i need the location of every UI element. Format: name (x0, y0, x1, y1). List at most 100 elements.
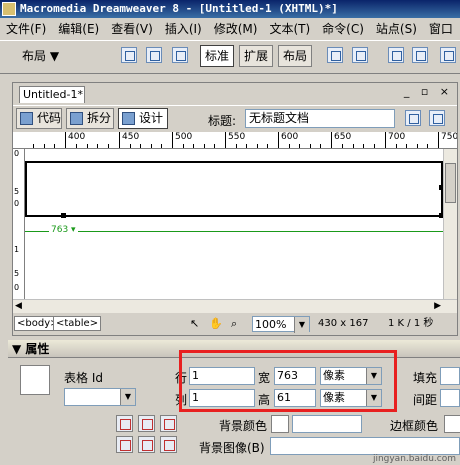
clear-row-heights-icon[interactable] (116, 436, 133, 453)
window-controls[interactable]: _ ▫ × (404, 85, 453, 98)
table-id-label: 表格 Id (64, 371, 103, 385)
ruler-label: 750 (441, 132, 457, 142)
standard-mode-button[interactable]: 标准 (200, 45, 235, 67)
hand-tool-icon[interactable]: ✋ (209, 314, 223, 334)
zoom-tool-icon[interactable]: ⌕ (231, 314, 237, 334)
document-window: Untitled-1* _ ▫ × 代码 拆分 设计 标题: 无标题文档 400… (12, 82, 458, 336)
bg-color-swatch[interactable] (271, 415, 289, 433)
layout-category-dropdown[interactable]: 布局 ▼ (16, 45, 65, 67)
code-icon (20, 112, 33, 125)
check-browser-icon[interactable] (429, 110, 445, 126)
design-canvas[interactable]: 763 ▾ (25, 149, 445, 299)
menu-file[interactable]: 文件(F) (0, 22, 52, 36)
menu-insert[interactable]: 插入(I) (159, 22, 208, 36)
layout-mode-button[interactable]: 布局 (278, 45, 313, 67)
width-guide-line (25, 231, 443, 232)
split-view-button[interactable]: 拆分 (66, 108, 114, 129)
horizontal-scrollbar[interactable]: ◀ ▶ (13, 299, 457, 313)
vertical-ruler: 0 5 0 1 5 0 (13, 149, 25, 299)
document-tab[interactable]: Untitled-1* (19, 86, 85, 103)
app-icon (2, 2, 16, 16)
cell-spacing-label: 间距 (413, 393, 438, 407)
horizontal-ruler: 400 450 500 550 600 650 700 750 (13, 132, 457, 149)
chevron-down-icon: ▼ (120, 389, 135, 405)
expanded-mode-button[interactable]: 扩展 (239, 45, 274, 67)
design-icon (122, 112, 135, 125)
window-size[interactable]: 430 x 167 (318, 314, 368, 334)
vruler-label: 0 (14, 199, 20, 208)
table-icon (20, 365, 50, 395)
tag-selector-table[interactable]: <table> (53, 316, 102, 331)
window-title: Macromedia Dreamweaver 8 - [Untitled-1 (… (20, 2, 338, 15)
table-id-select[interactable]: ▼ (64, 388, 136, 406)
chevron-down-icon: ▼ (294, 317, 309, 333)
scroll-right-icon[interactable]: ▶ (434, 301, 441, 311)
convert-heights-to-percent-icon[interactable] (160, 436, 177, 453)
menu-edit[interactable]: 编辑(E) (52, 22, 105, 36)
spacer-icon[interactable] (440, 47, 456, 63)
convert-heights-to-pixels-icon[interactable] (138, 436, 155, 453)
div-icon[interactable] (388, 47, 404, 63)
ruler-label: 450 (122, 132, 140, 142)
bg-image-label: 背景图像(B) (199, 441, 265, 455)
layout-category-label: 布局 (22, 49, 47, 63)
table-icon[interactable] (121, 47, 137, 63)
cell-spacing-input[interactable] (440, 389, 460, 407)
vertical-scrollbar[interactable] (443, 149, 457, 299)
convert-widths-to-percent-icon[interactable] (160, 415, 177, 432)
split-icon (70, 112, 83, 125)
ruler-label: 550 (228, 132, 246, 142)
scroll-thumb[interactable] (445, 163, 456, 203)
menu-modify[interactable]: 修改(M) (208, 22, 264, 36)
highlight-annotation (179, 350, 397, 412)
ruler-label: 500 (175, 132, 193, 142)
frame-icon[interactable] (172, 47, 188, 63)
page-title-label: 标题: (208, 114, 237, 128)
menu-bar: 文件(F) 编辑(E) 查看(V) 插入(I) 修改(M) 文本(T) 命令(C) 站点(S)… (0, 19, 460, 39)
zoom-select[interactable]: 100% ▼ (252, 316, 310, 333)
menu-site[interactable]: 站点(S) (370, 22, 423, 36)
table-width-guide[interactable]: 763 ▾ (25, 225, 443, 239)
scroll-left-icon[interactable]: ◀ (15, 301, 22, 311)
pointer-tool-icon[interactable]: ↖ (190, 314, 199, 334)
document-toolbar: 代码 拆分 设计 标题: 无标题文档 (13, 105, 457, 132)
title-bar: Macromedia Dreamweaver 8 - [Untitled-1 (… (0, 0, 460, 18)
table-width-label: 763 ▾ (49, 225, 78, 235)
vruler-label: 5 (14, 187, 20, 196)
bg-color-input[interactable] (292, 415, 362, 433)
border-color-label: 边框颜色 (390, 419, 439, 433)
design-view-button[interactable]: 设计 (118, 108, 168, 129)
chevron-down-icon: ▼ (49, 49, 60, 63)
selected-table[interactable] (25, 161, 444, 218)
ruler-label: 700 (388, 132, 406, 142)
bg-color-label: 背景颜色 (219, 419, 268, 433)
vruler-label: 0 (14, 283, 20, 292)
menu-text[interactable]: 文本(T) (263, 22, 316, 36)
vruler-label: 0 (14, 149, 20, 158)
page-title-input[interactable]: 无标题文档 (245, 109, 395, 128)
status-bar: <body> <table> ↖ ✋ ⌕ 100% ▼ 430 x 167 1 K… (13, 314, 457, 334)
convert-widths-to-pixels-icon[interactable] (138, 415, 155, 432)
menu-window[interactable]: 窗口 (423, 22, 459, 36)
border-color-swatch[interactable] (444, 415, 460, 433)
clear-column-widths-icon[interactable] (116, 415, 133, 432)
cell-padding-input[interactable] (440, 367, 460, 385)
watermark: jingyan.baidu.com (372, 454, 456, 464)
menu-view[interactable]: 查看(V) (105, 22, 159, 36)
file-size-download-time: 1 K / 1 秒 (388, 318, 434, 329)
cell-padding-label: 填充 (413, 371, 438, 385)
resize-handle-bottom[interactable] (61, 213, 66, 218)
draw-layout-cell-icon[interactable] (352, 47, 368, 63)
frameset-icon[interactable] (412, 47, 428, 63)
file-management-icon[interactable] (405, 110, 421, 126)
layer-icon[interactable] (146, 47, 162, 63)
vruler-label: 1 (14, 245, 20, 254)
ruler-label: 400 (68, 132, 86, 142)
insert-toolbar: 布局 ▼ 标准 扩展 布局 (0, 40, 460, 74)
draw-layout-table-icon[interactable] (327, 47, 343, 63)
bg-image-input[interactable] (270, 437, 460, 455)
code-view-button[interactable]: 代码 (16, 108, 62, 129)
ruler-label: 600 (281, 132, 299, 142)
menu-commands[interactable]: 命令(C) (316, 22, 370, 36)
vruler-label: 5 (14, 269, 20, 278)
